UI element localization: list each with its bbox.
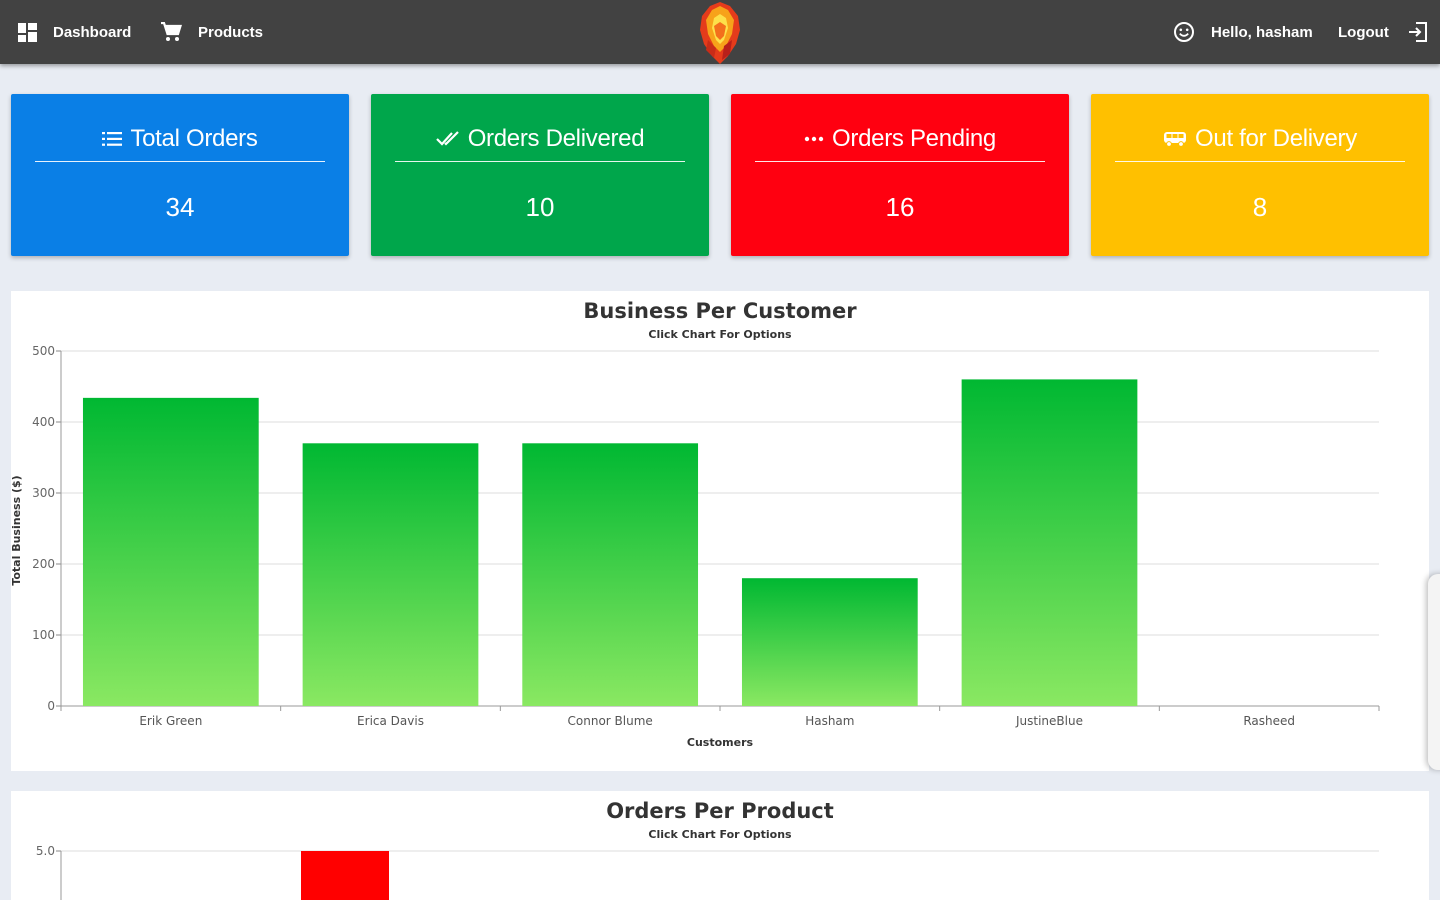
user-greeting[interactable]: Hello, hasham bbox=[1173, 0, 1313, 64]
y-axis-label: Total Business ($) bbox=[11, 475, 23, 585]
nav-products-link[interactable]: Products bbox=[160, 0, 263, 64]
y-tick-label: 0 bbox=[47, 699, 55, 713]
stat-card-orders-pending[interactable]: Orders Pending 16 bbox=[731, 94, 1069, 256]
product-bar[interactable] bbox=[301, 851, 389, 900]
list-icon bbox=[102, 131, 123, 146]
x-tick-label: JustineBlue bbox=[1015, 714, 1083, 728]
more-horiz-icon bbox=[804, 136, 824, 141]
logout-label: Logout bbox=[1338, 23, 1389, 41]
y-tick-label: 200 bbox=[32, 557, 55, 571]
double-check-icon bbox=[435, 130, 459, 146]
card-value: 8 bbox=[1252, 192, 1268, 222]
grid-icon bbox=[18, 22, 37, 42]
bar-connor-blume[interactable] bbox=[522, 443, 699, 706]
x-tick-label: Erica Davis bbox=[357, 714, 424, 728]
smiley-icon bbox=[1174, 22, 1194, 42]
x-tick-label: Rasheed bbox=[1243, 714, 1295, 728]
logout-button[interactable]: Logout bbox=[1338, 0, 1429, 64]
card-header: Orders Pending bbox=[755, 122, 1045, 162]
card-title: Total Orders bbox=[130, 124, 258, 152]
x-tick-label: Erik Green bbox=[139, 714, 202, 728]
x-axis-label: Customers bbox=[687, 736, 754, 749]
top-navbar: Dashboard Products Hello, hasham Logout bbox=[0, 0, 1440, 64]
orders-per-product-chart[interactable]: 5.0 bbox=[11, 791, 1429, 900]
greeting-label: Hello, hasham bbox=[1211, 23, 1313, 41]
bar-hasham[interactable] bbox=[741, 578, 918, 706]
bar-justineblue[interactable] bbox=[961, 379, 1138, 706]
bar-erik-green[interactable] bbox=[82, 397, 259, 706]
logout-icon bbox=[1408, 22, 1427, 42]
card-title: Out for Delivery bbox=[1195, 124, 1357, 152]
lion-logo[interactable] bbox=[696, 0, 744, 66]
side-drawer-handle[interactable] bbox=[1428, 574, 1440, 770]
stat-card-orders-delivered[interactable]: Orders Delivered 10 bbox=[371, 94, 709, 256]
bus-icon bbox=[1164, 131, 1187, 147]
bar-erica-davis[interactable] bbox=[302, 443, 479, 706]
card-header: Total Orders bbox=[35, 122, 325, 162]
business-per-customer-panel[interactable]: Business Per Customer Click Chart For Op… bbox=[11, 291, 1429, 771]
stat-card-total-orders[interactable]: Total Orders 34 bbox=[11, 94, 349, 256]
y-tick-label: 100 bbox=[32, 628, 55, 642]
stat-card-out-for-delivery[interactable]: Out for Delivery 8 bbox=[1091, 94, 1429, 256]
nav-dashboard-label: Dashboard bbox=[53, 23, 132, 41]
card-value: 34 bbox=[165, 192, 195, 222]
y-tick-label: 300 bbox=[32, 486, 55, 500]
cart-icon bbox=[161, 22, 182, 41]
x-tick-label: Connor Blume bbox=[568, 714, 653, 728]
x-tick-label: Hasham bbox=[805, 714, 854, 728]
nav-products-label: Products bbox=[198, 23, 264, 41]
card-title: Orders Delivered bbox=[467, 124, 645, 152]
business-per-customer-chart[interactable]: 0 100 200 300 400 500 Erik Green Erica Davis Con… bbox=[11, 291, 1429, 771]
card-value: 16 bbox=[885, 192, 915, 222]
card-title: Orders Pending bbox=[832, 124, 996, 152]
orders-per-product-panel[interactable]: Orders Per Product Click Chart For Optio… bbox=[11, 791, 1429, 900]
card-value: 10 bbox=[525, 192, 555, 222]
y-tick-label: 400 bbox=[32, 415, 55, 429]
nav-dashboard-link[interactable]: Dashboard bbox=[18, 0, 131, 64]
y-tick-label: 500 bbox=[32, 344, 55, 358]
card-header: Orders Delivered bbox=[395, 122, 685, 162]
y-tick-label: 5.0 bbox=[36, 844, 55, 858]
card-header: Out for Delivery bbox=[1115, 122, 1405, 162]
